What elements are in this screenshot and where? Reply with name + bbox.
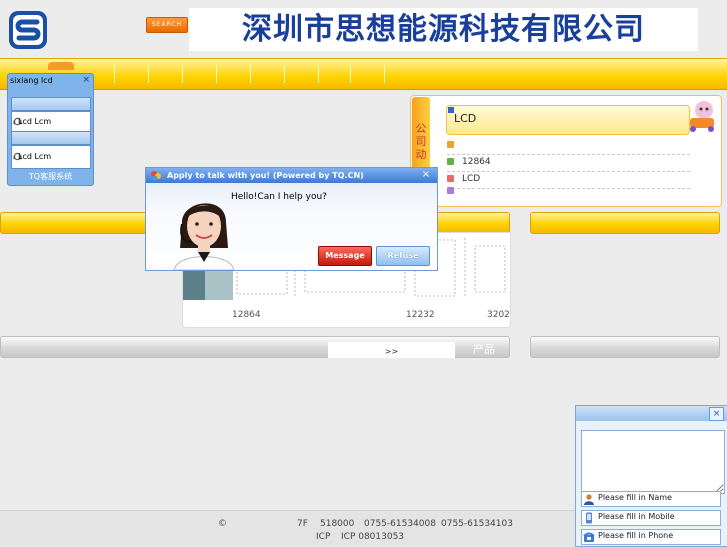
news-item[interactable] (447, 185, 690, 200)
footer-icp-label: ICP (316, 532, 331, 542)
copyright-symbol: © (218, 519, 227, 529)
mobile-placeholder: Please fill in Mobile (598, 512, 675, 521)
tq-group-header (11, 97, 91, 111)
news-heading: LCD (454, 112, 477, 125)
side-section-bar (530, 212, 720, 234)
news-item[interactable] (447, 139, 690, 155)
tq-item-label: Lcd Lcm (18, 152, 52, 161)
mobile-field[interactable]: Please fill in Mobile (581, 510, 721, 526)
name-placeholder: Please fill in Name (598, 493, 672, 502)
product-number[interactable]: 12864 (232, 310, 261, 320)
tq-list-item[interactable]: Lcd Lcm (11, 111, 91, 133)
agent-avatar (173, 203, 235, 270)
footer-icp-number[interactable]: ICP 08013053 (341, 532, 404, 542)
chat-invite-dialog: Apply to talk with you! (Powered by TQ.C… (145, 167, 438, 271)
user-icon (584, 494, 594, 505)
tq-logo-icon (151, 171, 161, 181)
nav-tab-active[interactable] (48, 62, 74, 70)
mobile-icon (586, 512, 592, 524)
company-name-banner: 深圳市思想能源科技有限公司 (189, 8, 698, 51)
dialog-title: Apply to talk with you! (Powered by TQ.C… (167, 171, 364, 180)
dialog-message: Hello!Can I help you? (231, 192, 327, 202)
tq-service-panel: sixiang lcd × Lcd Lcm Lcd Lcm TQ客服系统 (7, 73, 94, 186)
tq-panel-title: sixiang lcd (10, 76, 53, 85)
news-item-text: 12864 (462, 157, 491, 167)
tq-list-item[interactable]: Lcd Lcm (11, 145, 91, 169)
news-side-label: 公司动 (415, 122, 427, 161)
s-logo-icon[interactable] (8, 10, 48, 50)
phone-field[interactable]: Please fill in Phone (581, 529, 721, 545)
main-nav-bar (0, 58, 727, 90)
cartoon-mascot-icon (690, 101, 714, 132)
footer-phone: 0755-61534008 (364, 519, 436, 529)
close-icon[interactable]: × (82, 75, 90, 85)
phone-placeholder: Please fill in Phone (598, 531, 674, 540)
tq-panel-footer[interactable]: TQ客服系统 (8, 171, 93, 182)
search-button[interactable]: SEARCH (146, 17, 188, 33)
refuse-button[interactable]: Refuse (376, 246, 430, 266)
footer-postcode: 518000 (320, 519, 355, 529)
news-heading-box (446, 105, 690, 135)
close-icon[interactable]: × (420, 169, 432, 181)
message-textarea[interactable] (581, 430, 725, 494)
more-link[interactable]: >> (328, 347, 455, 356)
close-icon[interactable]: × (709, 407, 724, 421)
news-item-text: LCD (462, 174, 481, 184)
products-label: 产品 (473, 343, 495, 356)
product-number[interactable]: 3202 (487, 310, 510, 320)
message-button[interactable]: Message (318, 246, 372, 266)
bullet-icon (447, 158, 454, 165)
product-number[interactable]: 12232 (406, 310, 435, 320)
news-item[interactable]: 12864 (447, 156, 690, 172)
footer-floor: 7F (297, 519, 308, 529)
footer-fax: 0755-61534103 (441, 519, 513, 529)
side-list-bar (530, 336, 720, 358)
bullet-icon (447, 175, 454, 182)
tq-item-label: Lcd Lcm (18, 117, 52, 126)
contact-form-panel: × Please fill in Name Please fill in Mob… (575, 405, 727, 547)
form-title-bar[interactable] (576, 406, 727, 421)
phone-icon (583, 532, 595, 542)
bullet-icon (447, 141, 454, 148)
tq-group-header (11, 131, 91, 145)
bullet-icon (447, 187, 454, 194)
name-field[interactable]: Please fill in Name (581, 491, 721, 507)
